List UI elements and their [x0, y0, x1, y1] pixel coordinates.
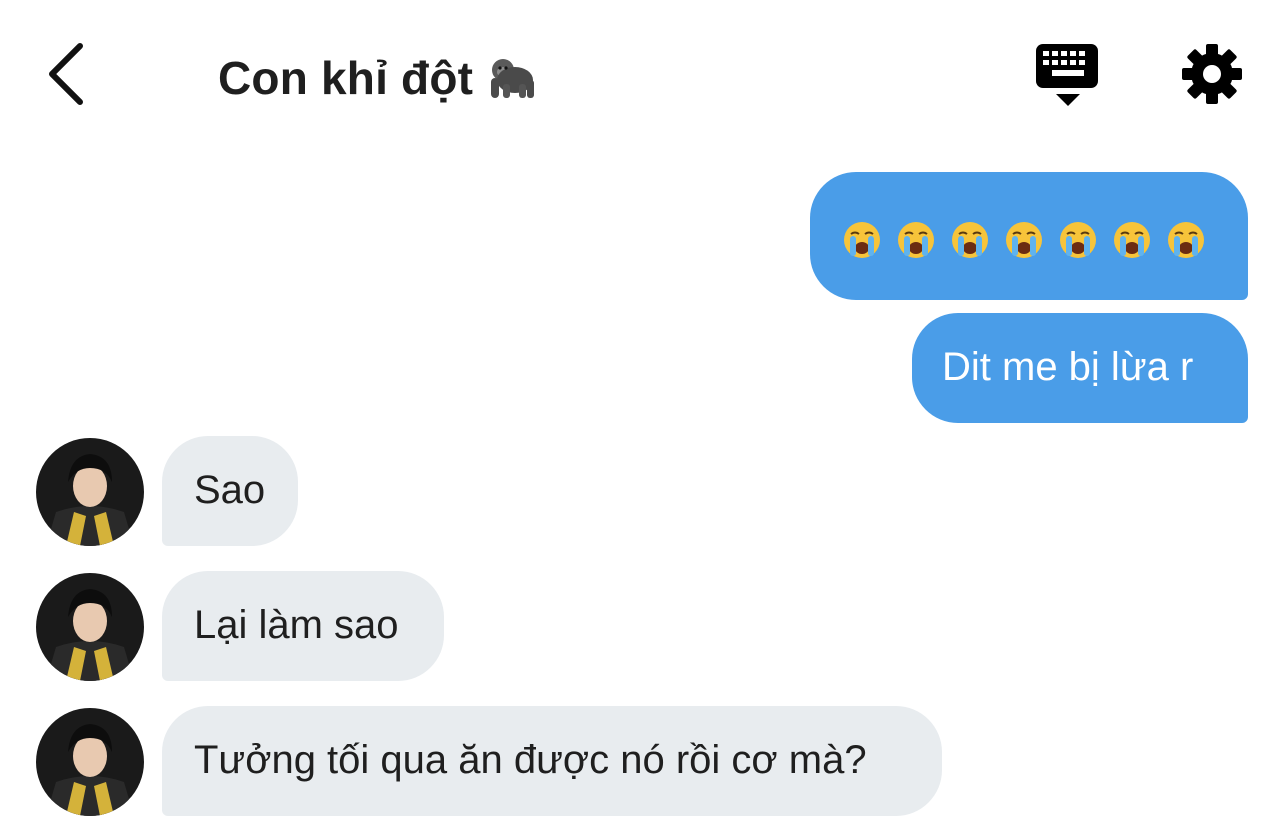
- settings-button[interactable]: [1180, 42, 1244, 106]
- conversation-title-text: Con khỉ đột: [218, 52, 474, 104]
- loudly-crying-face-icon: [1112, 220, 1152, 260]
- conversation-title[interactable]: Con khỉ đột: [218, 48, 537, 114]
- keyboard-hide-icon: [1036, 44, 1098, 106]
- outgoing-message-bubble[interactable]: [810, 172, 1248, 300]
- loudly-crying-face-icon: [896, 220, 936, 260]
- loudly-crying-face-icon: [1166, 220, 1206, 260]
- gorilla-emoji-icon: [483, 50, 537, 114]
- back-button[interactable]: [36, 38, 100, 110]
- keyboard-toggle-button[interactable]: [1034, 42, 1102, 108]
- message-text: Tưởng tối qua ăn được nó rồi cơ mà?: [194, 738, 867, 782]
- incoming-message-bubble[interactable]: Sao: [162, 436, 298, 546]
- message-text: Dit me bị lừa r: [942, 345, 1194, 389]
- emoji-row: [842, 220, 1206, 260]
- avatar[interactable]: [36, 573, 144, 681]
- loudly-crying-face-icon: [1004, 220, 1044, 260]
- loudly-crying-face-icon: [950, 220, 990, 260]
- gear-icon: [1182, 44, 1242, 104]
- incoming-message-bubble[interactable]: Lại làm sao: [162, 571, 444, 681]
- message-text: Lại làm sao: [194, 603, 399, 647]
- loudly-crying-face-icon: [1058, 220, 1098, 260]
- chat-screen: Con khỉ đột Dit me bị lừa r Sao Lại làm …: [0, 0, 1284, 827]
- incoming-message-bubble[interactable]: Tưởng tối qua ăn được nó rồi cơ mà?: [162, 706, 942, 816]
- avatar[interactable]: [36, 438, 144, 546]
- chevron-left-icon: [49, 43, 83, 105]
- loudly-crying-face-icon: [842, 220, 882, 260]
- message-text: Sao: [194, 468, 266, 512]
- avatar[interactable]: [36, 708, 144, 816]
- outgoing-message-bubble[interactable]: Dit me bị lừa r: [912, 313, 1248, 423]
- chat-header: Con khỉ đột: [0, 0, 1284, 150]
